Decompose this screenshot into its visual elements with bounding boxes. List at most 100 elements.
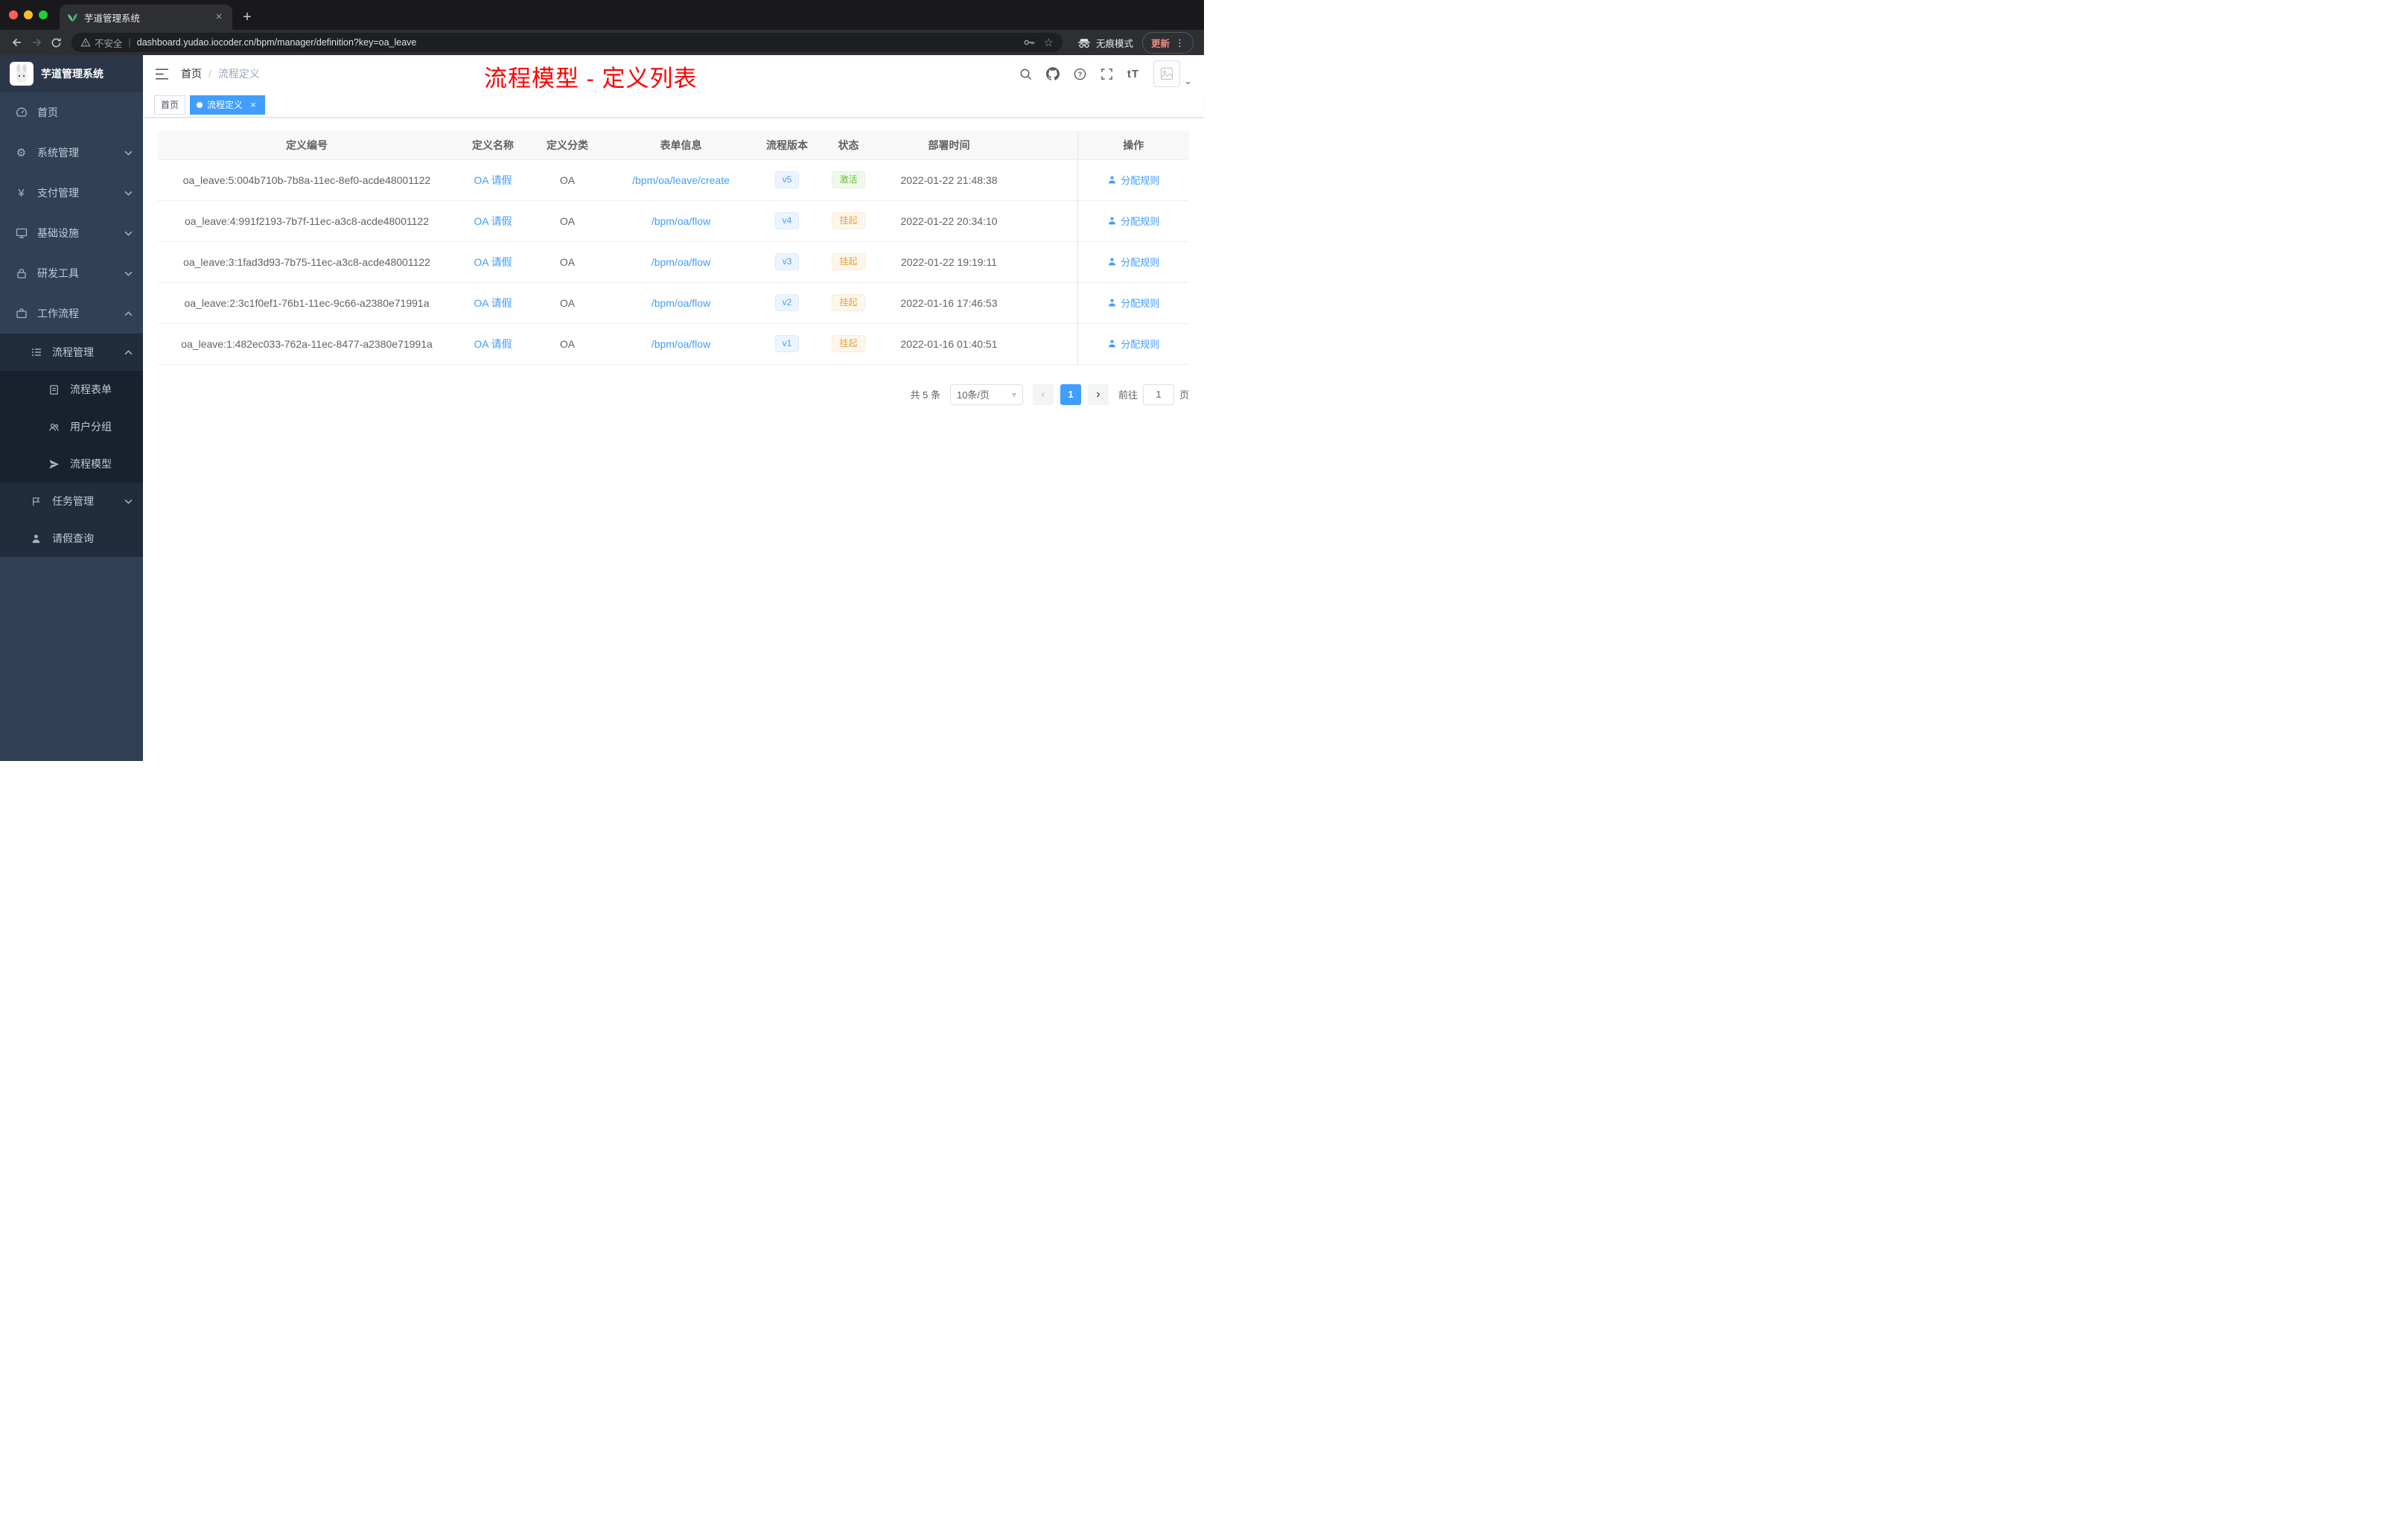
- search-icon[interactable]: [1019, 68, 1032, 80]
- yen-icon: ¥: [18, 186, 25, 200]
- sidebar-item-payment[interactable]: ¥ 支付管理: [0, 173, 143, 213]
- caret-down-icon: ⌄: [1184, 75, 1192, 86]
- chevron-down-icon: [124, 191, 133, 196]
- sidebar-item-label: 支付管理: [37, 187, 79, 199]
- sidebar-item-user-group[interactable]: 用户分组: [0, 408, 143, 445]
- sidebar-logo[interactable]: 芋道管理系统: [0, 55, 143, 92]
- table-header-row: 定义编号 定义名称 定义分类 表单信息 流程版本 状态 部署时间 操作: [158, 131, 1189, 160]
- category-cell: OA: [530, 241, 605, 283]
- assign-rule-link[interactable]: 分配规则: [1107, 173, 1159, 187]
- assign-rule-link[interactable]: 分配规则: [1107, 214, 1159, 228]
- form-info-link[interactable]: /bpm/oa/leave/create: [632, 174, 730, 186]
- navbar: 首页 / 流程定义 流程模型 - 定义列表 ? tT ⌄: [143, 55, 1204, 92]
- assign-rule-link[interactable]: 分配规则: [1107, 337, 1159, 351]
- sidebar-item-task-management[interactable]: 任务管理: [0, 483, 143, 520]
- form-info-link[interactable]: /bpm/oa/flow: [652, 256, 710, 268]
- definition-name-link[interactable]: OA 请假: [474, 297, 512, 309]
- send-icon: [48, 459, 60, 470]
- logo-avatar: [10, 62, 34, 86]
- tag-home[interactable]: 首页: [154, 95, 186, 115]
- sidebar-item-process-form[interactable]: 流程表单: [0, 371, 143, 408]
- version-badge: v3: [774, 252, 800, 271]
- sidebar-item-system[interactable]: ⚙ 系统管理: [0, 133, 143, 173]
- user-icon: [1109, 340, 1116, 348]
- svg-text:?: ?: [1078, 70, 1083, 78]
- assign-rule-link[interactable]: 分配规则: [1107, 296, 1159, 310]
- person-icon: [30, 533, 42, 544]
- breadcrumb-home[interactable]: 首页: [181, 66, 202, 81]
- tab-close-icon[interactable]: ×: [213, 11, 225, 23]
- tag-label: 首页: [161, 100, 179, 110]
- table-row: oa_leave:3:1fad3d93-7b75-11ec-a3c8-acde4…: [158, 241, 1189, 283]
- definition-name-link[interactable]: OA 请假: [474, 256, 512, 268]
- table-cell: v4: [757, 200, 817, 242]
- version-badge: v2: [774, 293, 800, 312]
- password-key-icon[interactable]: [1023, 36, 1035, 48]
- sidebar-item-infrastructure[interactable]: 基础设施: [0, 213, 143, 253]
- definition-name-link[interactable]: OA 请假: [474, 215, 512, 227]
- form-info-link[interactable]: /bpm/oa/flow: [652, 215, 710, 227]
- minimize-window-button[interactable]: [24, 10, 33, 19]
- tag-close-icon[interactable]: ×: [248, 100, 258, 110]
- sidebar-item-devtools[interactable]: 研发工具: [0, 253, 143, 293]
- forward-button[interactable]: [27, 33, 46, 52]
- sidebar-item-leave-query[interactable]: 请假查询: [0, 520, 143, 557]
- sidebar-item-home[interactable]: 首页: [0, 92, 143, 133]
- next-page-button[interactable]: ›: [1087, 383, 1109, 405]
- list-icon: [30, 346, 42, 358]
- table-cell: /bpm/oa/leave/create: [605, 159, 757, 201]
- form-info-link[interactable]: /bpm/oa/flow: [652, 297, 710, 309]
- back-button[interactable]: [7, 33, 27, 52]
- update-label: 更新: [1150, 38, 1170, 49]
- assign-rule-link[interactable]: 分配规则: [1107, 255, 1159, 269]
- browser-chrome: 芋道管理系统 × + 不安全 | dashboard.yudao.iocoder…: [0, 0, 1204, 55]
- chevron-up-icon: [124, 311, 133, 316]
- tag-process-definition[interactable]: 流程定义 ×: [190, 95, 266, 115]
- table-cell: 分配规则: [1077, 282, 1189, 324]
- user-menu[interactable]: ⌄: [1153, 60, 1192, 87]
- address-bar[interactable]: 不安全 | dashboard.yudao.iocoder.cn/bpm/man…: [71, 33, 1063, 52]
- browser-update-menu-button[interactable]: 更新 ⋮: [1141, 31, 1194, 54]
- current-page-button[interactable]: 1: [1060, 383, 1081, 405]
- avatar: [1153, 60, 1181, 87]
- page-size-select[interactable]: 10条/页 ▾: [949, 383, 1023, 405]
- prev-page-button[interactable]: ‹: [1032, 383, 1054, 405]
- github-icon[interactable]: [1045, 67, 1060, 80]
- table-cell: v2: [757, 282, 817, 324]
- sidebar-item-process-model[interactable]: 流程模型: [0, 445, 143, 483]
- table-cell-spacer: [1018, 159, 1077, 201]
- sidebar-item-workflow[interactable]: 工作流程: [0, 293, 143, 334]
- form-info-link[interactable]: /bpm/oa/flow: [652, 338, 710, 350]
- assign-rule-label: 分配规则: [1121, 298, 1160, 309]
- browser-tab[interactable]: 芋道管理系统 ×: [60, 4, 232, 30]
- pager: ‹ 1 ›: [1032, 383, 1109, 405]
- table-cell: 分配规则: [1077, 241, 1189, 283]
- table-cell: OA 请假: [456, 282, 530, 324]
- tab-title: 芋道管理系统: [84, 13, 141, 24]
- status-badge: 挂起: [832, 293, 865, 312]
- close-window-button[interactable]: [9, 10, 18, 19]
- help-icon[interactable]: ?: [1074, 68, 1086, 80]
- security-indicator[interactable]: 不安全: [80, 36, 123, 50]
- font-size-icon[interactable]: tT: [1127, 68, 1139, 80]
- bookmark-star-icon[interactable]: ☆: [1044, 37, 1054, 48]
- definition-name-link[interactable]: OA 请假: [474, 338, 512, 350]
- sidebar-item-label: 任务管理: [52, 495, 94, 507]
- col-form-info: 表单信息: [605, 131, 757, 160]
- zoom-window-button[interactable]: [39, 10, 48, 19]
- goto-page-input[interactable]: [1142, 383, 1174, 405]
- definition-name-link[interactable]: OA 请假: [474, 174, 512, 186]
- fullscreen-icon[interactable]: [1101, 68, 1113, 80]
- reload-button[interactable]: [46, 33, 66, 52]
- new-tab-button[interactable]: +: [237, 7, 258, 28]
- breadcrumb: 首页 / 流程定义: [181, 66, 260, 81]
- chevron-down-icon: [124, 231, 133, 236]
- sidebar-item-process-management[interactable]: 流程管理: [0, 334, 143, 371]
- sidebar-toggle-icon[interactable]: [155, 68, 169, 80]
- table-cell: 挂起: [817, 323, 880, 365]
- col-deploy-time: 部署时间: [880, 131, 1018, 160]
- breadcrumb-separator: /: [208, 68, 211, 80]
- table-cell-spacer: [1018, 241, 1077, 283]
- lock-icon: [15, 267, 28, 279]
- table-cell: /bpm/oa/flow: [605, 323, 757, 365]
